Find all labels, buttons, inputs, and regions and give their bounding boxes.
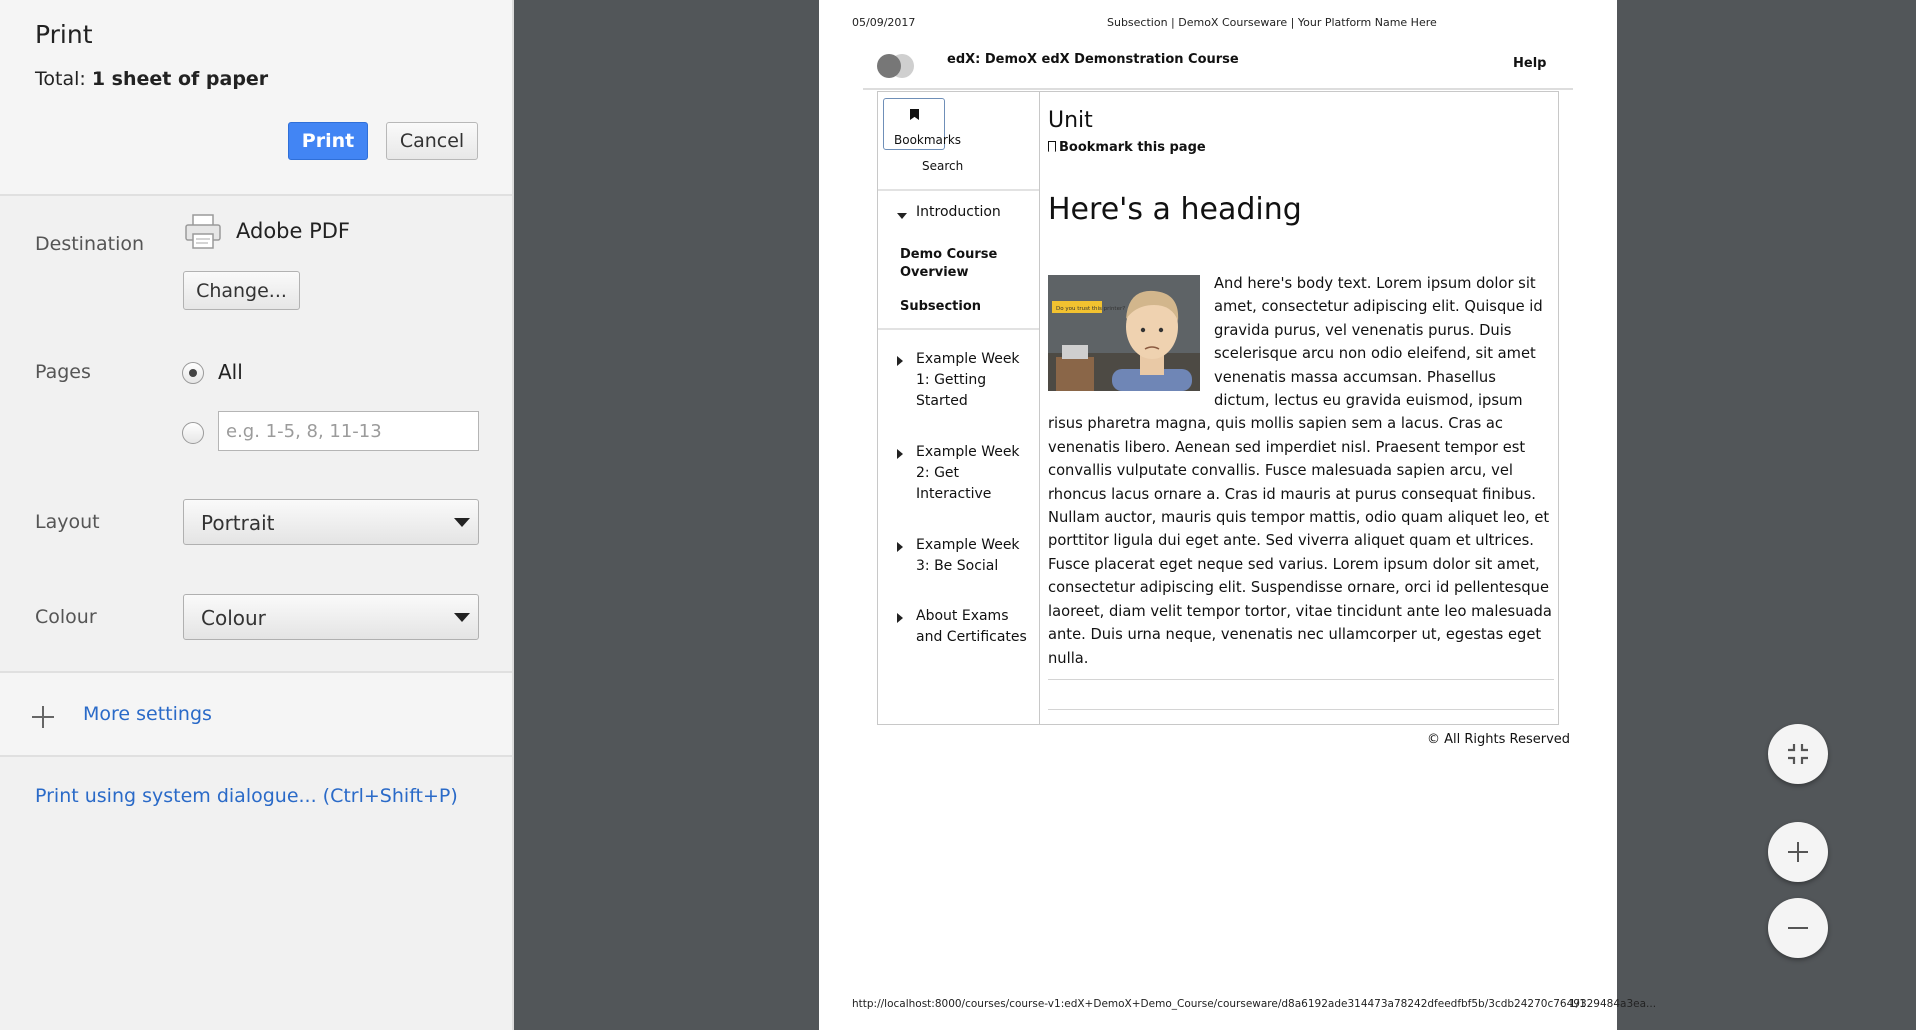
nav-exams: About Exams and Certificates xyxy=(916,608,1027,645)
content-divider xyxy=(1048,679,1554,680)
bookmark-this-page: Bookmark this page xyxy=(1048,140,1206,155)
body-text-block: Do you trust this printer? And here's bo… xyxy=(1048,272,1552,670)
change-destination-button[interactable]: Change... xyxy=(183,271,300,310)
print-button[interactable]: Print xyxy=(288,122,368,160)
pages-custom-input[interactable] xyxy=(218,411,479,451)
print-header-title: Subsection | DemoX Courseware | Your Pla… xyxy=(1107,16,1437,29)
course-nav: Bookmarks Search Introduction Demo Cours… xyxy=(878,92,1040,724)
colour-label: Colour xyxy=(35,606,97,628)
pages-custom-radio[interactable] xyxy=(182,422,204,444)
illustration-image: Do you trust this printer? xyxy=(1048,275,1200,391)
bookmarks-label: Bookmarks xyxy=(894,133,962,147)
rights-footer: © All Rights Reserved xyxy=(1427,732,1571,747)
toggle-icon xyxy=(877,53,917,79)
pages-all-radio[interactable] xyxy=(182,362,204,384)
caret-down-icon xyxy=(897,213,907,219)
print-header: Print Total: 1 sheet of paper Print Canc… xyxy=(0,0,512,196)
bookmarks-button: Bookmarks xyxy=(883,98,961,150)
caret-right-icon xyxy=(897,542,903,552)
chevron-down-icon xyxy=(454,518,470,527)
layout-label: Layout xyxy=(35,511,100,533)
total-label: Total: xyxy=(35,68,86,90)
preview-page: 05/09/2017 Subsection | DemoX Courseware… xyxy=(819,0,1656,1030)
search-label: Search xyxy=(922,159,964,173)
course-title: edX: DemoX edX Demonstration Course xyxy=(947,52,1239,67)
nav-subsection: Subsection xyxy=(900,299,982,314)
colour-select[interactable]: Colour xyxy=(183,594,479,640)
dialog-title: Print xyxy=(35,20,93,49)
more-settings-link[interactable]: More settings xyxy=(83,703,212,725)
system-dialog-link[interactable]: Print using system dialogue... (Ctrl+Shi… xyxy=(35,785,458,807)
bookmark-icon xyxy=(910,109,919,120)
courseware-box: Bookmarks Search Introduction Demo Cours… xyxy=(877,91,1559,725)
nav-week-1: Example Week 1: Getting Started xyxy=(916,351,1020,409)
cancel-button[interactable]: Cancel xyxy=(386,122,478,160)
plus-icon xyxy=(32,706,54,728)
content-heading: Here's a heading xyxy=(1048,192,1302,227)
printer-icon xyxy=(185,214,221,249)
nav-introduction: Introduction xyxy=(916,204,1001,220)
fit-to-page-button[interactable] xyxy=(1768,724,1828,784)
pages-label: Pages xyxy=(35,361,91,383)
zoom-out-button[interactable] xyxy=(1768,898,1828,958)
destination-label: Destination xyxy=(35,233,145,255)
layout-select[interactable]: Portrait xyxy=(183,499,479,545)
more-settings-row[interactable]: More settings xyxy=(0,671,512,757)
content-divider xyxy=(1048,709,1554,710)
bookmark-page-label: Bookmark this page xyxy=(1059,140,1206,155)
pages-all-label: All xyxy=(218,360,243,384)
layout-value: Portrait xyxy=(201,511,275,535)
colour-value: Colour xyxy=(201,606,266,630)
nav-divider xyxy=(878,328,1039,330)
unit-title: Unit xyxy=(1048,108,1093,133)
nav-divider xyxy=(878,189,1039,191)
caret-right-icon xyxy=(897,613,903,623)
illustration-graphic: Do you trust this printer? xyxy=(1048,275,1200,391)
chevron-down-icon xyxy=(454,613,470,622)
total-value: 1 sheet of paper xyxy=(91,68,269,90)
caret-right-icon xyxy=(897,449,903,459)
bookmark-outline-icon xyxy=(1048,141,1056,152)
print-settings-panel: Print Total: 1 sheet of paper Print Canc… xyxy=(0,0,514,1030)
sheet-total: Total: 1 sheet of paper xyxy=(35,68,268,90)
fit-to-page-icon xyxy=(1788,744,1808,764)
nav-week-2: Example Week 2: Get Interactive xyxy=(916,444,1020,502)
page-url: http://localhost:8000/courses/course-v1:… xyxy=(852,998,1657,1010)
caret-right-icon xyxy=(897,356,903,366)
nav-demo-overview: Demo Course Overview xyxy=(900,247,998,280)
help-link: Help xyxy=(1513,56,1547,71)
destination-name: Adobe PDF xyxy=(236,219,351,243)
header-divider xyxy=(863,88,1573,90)
thumb-caption: Do you trust this printer? xyxy=(1056,306,1125,312)
nav-week-3: Example Week 3: Be Social xyxy=(916,537,1020,574)
zoom-in-button[interactable] xyxy=(1768,822,1828,882)
print-date: 05/09/2017 xyxy=(852,16,916,29)
page-number: 1/1 xyxy=(1569,998,1586,1010)
